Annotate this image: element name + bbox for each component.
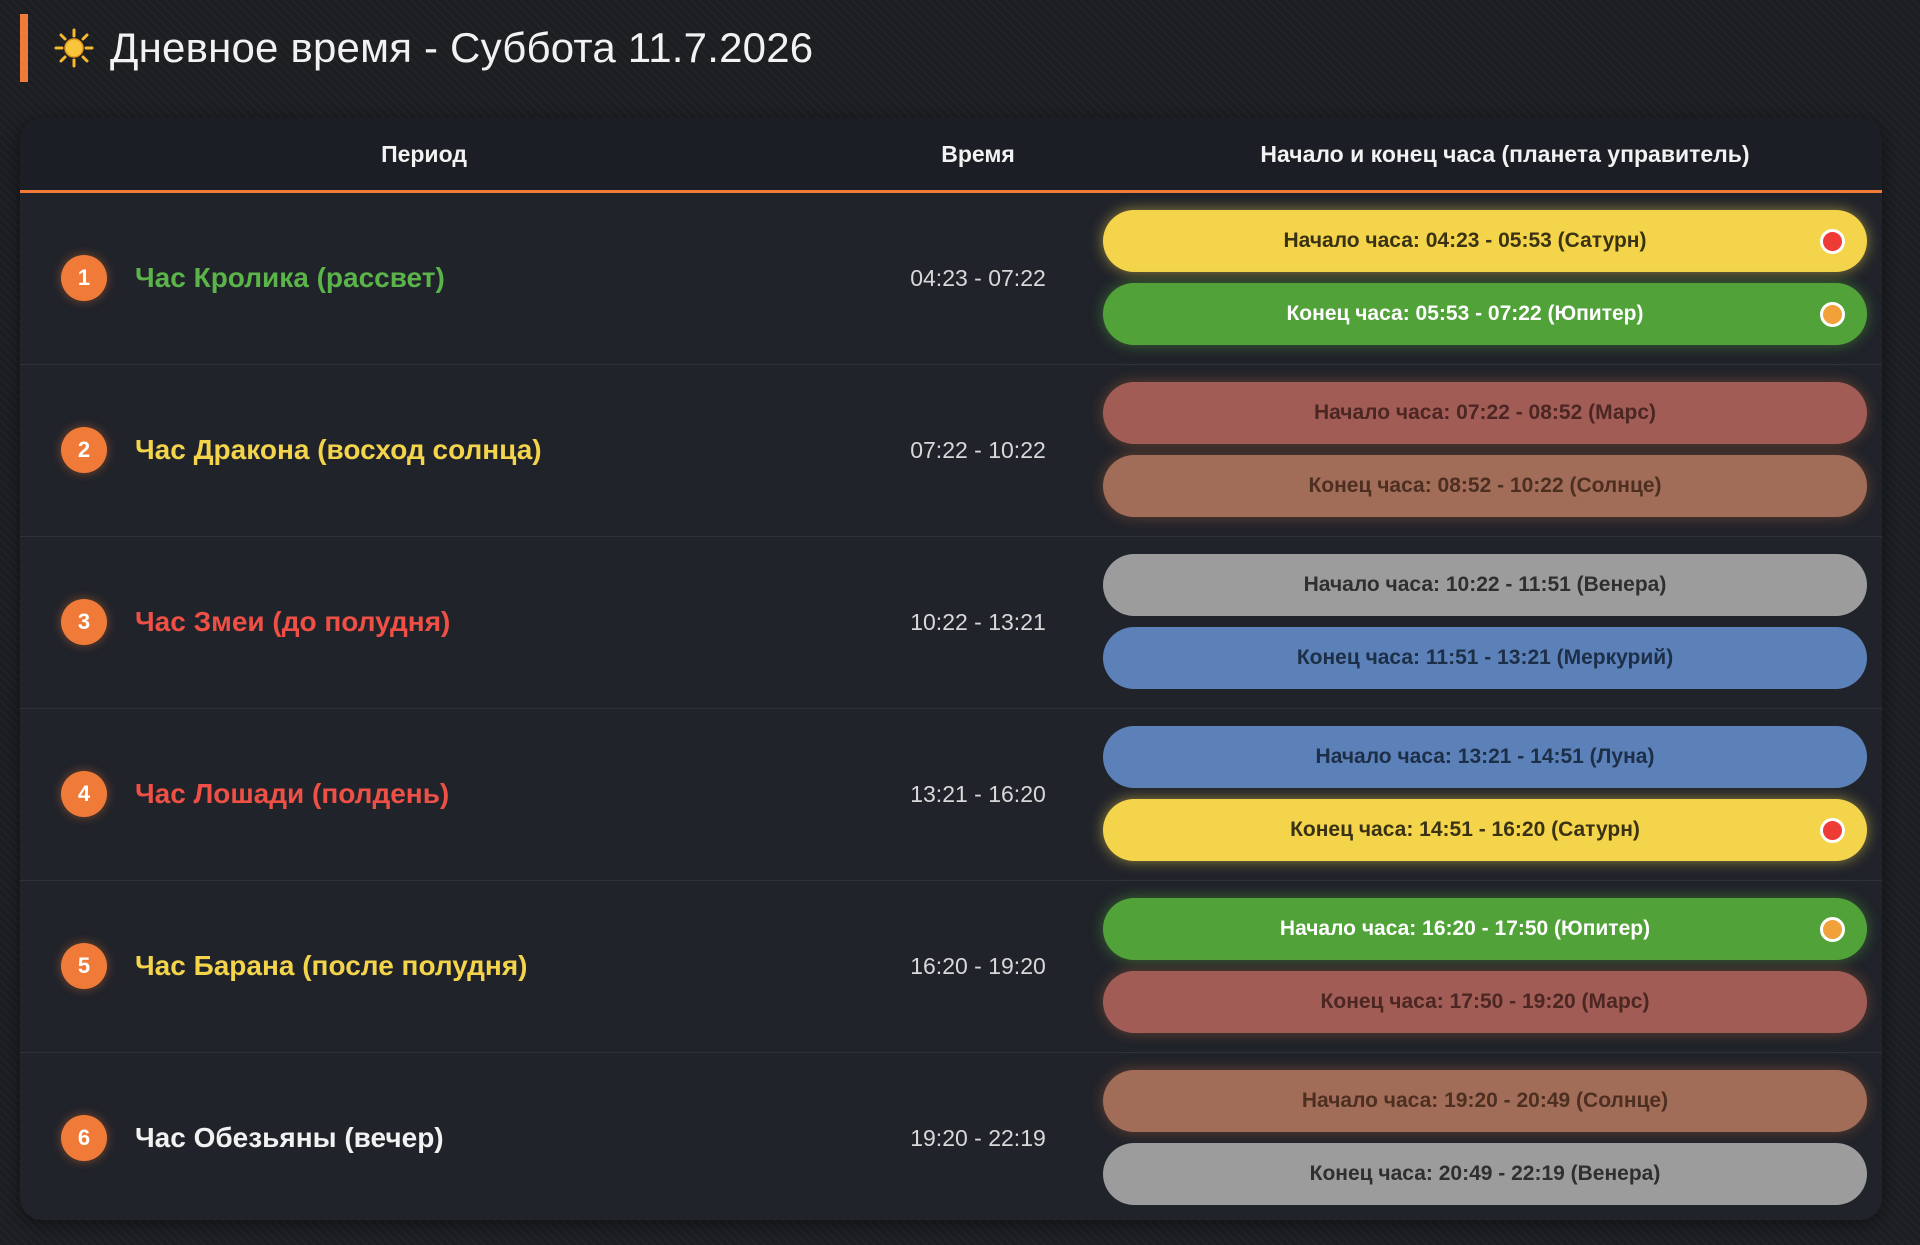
hour-end-pill: Конец часа: 08:52 - 10:22 (Солнце) [1103,455,1867,517]
period-time-range: 16:20 - 19:20 [910,953,1046,979]
hour-start-pill: Начало часа: 13:21 - 14:51 (Луна) [1103,726,1867,788]
table-row: 5 Час Барана (после полудня) 16:20 - 19:20… [20,881,1882,1053]
hour-end-pill: Конец часа: 20:49 - 22:19 (Венера) [1103,1143,1867,1205]
table-row: 4 Час Лошади (полдень) 13:21 - 16:20 Начало… [20,709,1882,881]
period-name: Час Обезьяны (вечер) [135,1122,444,1153]
hour-pill-label: Конец часа: 08:52 - 10:22 (Солнце) [1308,474,1662,497]
period-number-badge: 3 [61,599,107,645]
hour-pill-label: Начало часа: 04:23 - 05:53 (Сатурн) [1283,229,1647,252]
hour-end-pill: Конец часа: 05:53 - 07:22 (Юпитер) [1103,283,1867,345]
period-number-badge: 5 [61,943,107,989]
hour-start-pill: Начало часа: 10:22 - 11:51 (Венера) [1103,554,1867,616]
hour-start-pill: Начало часа: 07:22 - 08:52 (Марс) [1103,382,1867,444]
column-header-hours: Начало и конец часа (планета управитель) [1260,141,1750,167]
hour-pill-label: Начало часа: 07:22 - 08:52 (Марс) [1313,401,1657,424]
period-number-badge: 6 [61,1115,107,1161]
table-header: Период Время Начало и конец часа (планет… [20,118,1882,193]
hour-end-pill: Конец часа: 17:50 - 19:20 (Марс) [1103,971,1867,1033]
period-time-range: 10:22 - 13:21 [910,609,1046,635]
page-title: Дневное время - Суббота 11.7.2026 [110,24,814,71]
hour-end-pill: Конец часа: 11:51 - 13:21 (Меркурий) [1103,627,1867,689]
table-row: 3 Час Змеи (до полудня) 10:22 - 13:21 Начал… [20,537,1882,709]
period-time-range: 04:23 - 07:22 [910,265,1046,291]
column-header-time: Время [941,141,1015,167]
status-dot-icon [1820,229,1845,254]
hour-pill-label: Начало часа: 10:22 - 11:51 (Венера) [1303,573,1667,596]
period-time-range: 19:20 - 22:19 [910,1125,1046,1151]
period-name: Час Барана (после полудня) [135,950,528,981]
period-time-range: 07:22 - 10:22 [910,437,1046,463]
sun-icon [54,28,94,68]
hour-pill-label: Начало часа: 13:21 - 14:51 (Луна) [1315,745,1655,768]
period-number-badge: 4 [61,771,107,817]
period-number-badge: 1 [61,255,107,301]
hour-end-pill: Конец часа: 14:51 - 16:20 (Сатурн) [1103,799,1867,861]
table-row: 6 Час Обезьяны (вечер) 19:20 - 22:19 Начало… [20,1053,1882,1220]
hour-pill-label: Начало часа: 16:20 - 17:50 (Юпитер) [1279,917,1651,940]
period-name: Час Дракона (восход солнца) [135,434,542,465]
period-time-range: 13:21 - 16:20 [910,781,1046,807]
hour-pill-label: Конец часа: 14:51 - 16:20 (Сатурн) [1290,818,1640,841]
status-dot-icon [1820,818,1845,843]
period-name: Час Кролика (рассвет) [135,262,445,293]
column-header-period: Период [381,141,467,167]
schedule-table: Период Время Начало и конец часа (планет… [20,118,1882,1220]
hour-pill-label: Конец часа: 20:49 - 22:19 (Венера) [1309,1162,1661,1185]
table-row: 2 Час Дракона (восход солнца) 07:22 - 10:2… [20,365,1882,537]
table-row: 1 Час Кролика (рассвет) 04:23 - 07:22 Начал… [20,193,1882,365]
hour-pill-label: Начало часа: 19:20 - 20:49 (Солнце) [1301,1089,1669,1112]
hour-pill-label: Конец часа: 17:50 - 19:20 (Марс) [1320,990,1650,1013]
hour-start-pill: Начало часа: 19:20 - 20:49 (Солнце) [1103,1070,1867,1132]
period-number-badge: 2 [61,427,107,473]
period-name: Час Змеи (до полудня) [135,606,451,637]
period-name: Час Лошади (полдень) [135,778,450,809]
hour-start-pill: Начало часа: 04:23 - 05:53 (Сатурн) [1103,210,1867,272]
page-header: Дневное время - Суббота 11.7.2026 [20,14,813,82]
status-dot-icon [1820,917,1845,942]
hour-start-pill: Начало часа: 16:20 - 17:50 (Юпитер) [1103,898,1867,960]
hour-pill-label: Конец часа: 11:51 - 13:21 (Меркурий) [1296,646,1674,669]
hour-pill-label: Конец часа: 05:53 - 07:22 (Юпитер) [1286,302,1644,325]
status-dot-icon [1820,302,1845,327]
